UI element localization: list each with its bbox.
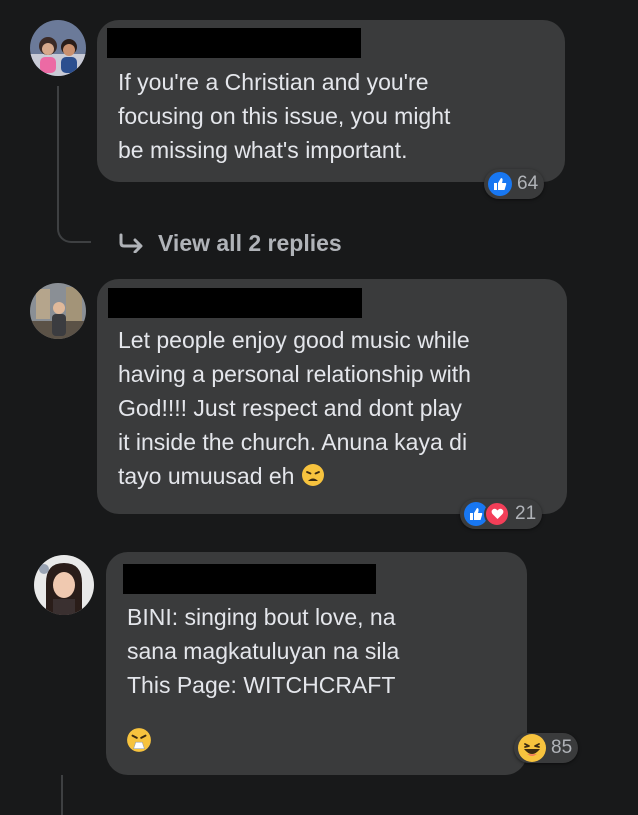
comment-body: Let people enjoy good music while having… [118,327,471,489]
thread-line-continuation [61,775,63,815]
reply-arrow-icon [119,233,143,253]
reply-thread-line [57,86,91,243]
view-replies-label: View all 2 replies [158,229,342,256]
avatar[interactable] [30,20,86,76]
weary-face-emoji [301,462,325,496]
reaction-summary[interactable]: 85 [514,733,579,763]
reaction-count: 85 [551,737,573,758]
reaction-count: 64 [517,173,539,194]
like-icon [488,172,512,196]
sneezing-face-emoji [126,727,152,758]
avatar[interactable] [34,555,94,615]
comment-text: If you're a Christian and you're focusin… [118,69,451,163]
haha-icon [518,734,546,762]
comment-bubble: If you're a Christian and you're focusin… [97,20,565,182]
reaction-summary[interactable]: 21 [460,499,543,529]
comment-text: BINI: singing bout love, na sana magkatu… [127,604,400,698]
comment-bubble: Let people enjoy good music while having… [97,279,567,514]
view-replies-link[interactable]: View all 2 replies [118,226,342,260]
commenter-name-redacted[interactable] [108,288,362,318]
comment-bubble: BINI: singing bout love, na sana magkatu… [106,552,527,775]
commenter-name-redacted[interactable] [107,28,361,58]
commenter-name-redacted[interactable] [123,564,376,594]
love-icon [484,501,510,527]
avatar[interactable] [30,283,86,339]
reaction-summary[interactable]: 64 [484,169,545,199]
comment-text: Let people enjoy good music while having… [118,323,471,496]
reaction-count: 21 [515,503,537,524]
